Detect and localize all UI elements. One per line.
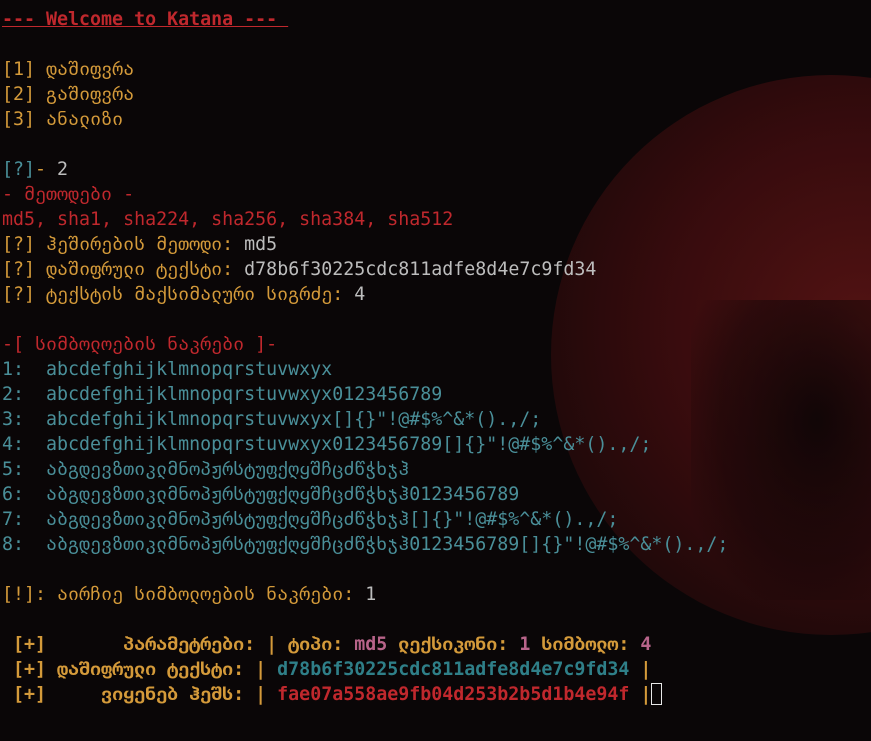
prompt-value: 2 (57, 159, 69, 180)
menu-label: გაშიფვრა (46, 84, 135, 105)
prompt-dash: - (35, 159, 58, 180)
charset-row: 3: abcdefghijklmnopqrstuvwxyx[]{}"!@#$%^… (2, 407, 728, 432)
result-hash: [+] ვიყენებ ჰეშს: | fae07a558ae9fb04d253… (2, 682, 728, 707)
charset-choice: [!]: აირჩიე სიმბოლოების ნაკრები: 1 (2, 582, 728, 607)
result-encrypted-text: [+] დაშიფრული ტექსტი: | d78b6f30225cdc81… (2, 657, 728, 682)
menu-item-encrypt: [1] დაშიფვრა (2, 57, 728, 82)
dictionary-label: ლექსიკონი: (387, 634, 520, 655)
charset-row: 7: აბგდევზთიკლმნოპჟრსტუფქღყშჩცძწჭხჯჰ[]{}… (2, 507, 728, 532)
charset-number: 6: (2, 484, 47, 505)
question-label: ჰეშირების მეთოდი: (46, 234, 245, 255)
menu-label: ანალიზი (46, 109, 124, 130)
result-end-bar: | (629, 684, 652, 705)
menu-label: დაშიფვრა (46, 59, 135, 80)
charset-row: 2: abcdefghijklmnopqrstuvwxyx0123456789 (2, 382, 728, 407)
choice-marker: [!] (2, 584, 36, 605)
charset-number: 3: (2, 409, 47, 430)
methods-header: - მეთოდები - (2, 184, 135, 205)
question-value: d78b6f30225cdc811adfe8d4e7c9fd34 (244, 259, 597, 280)
result-marker: [+] (2, 684, 47, 705)
result-marker: [+] (2, 659, 47, 680)
charset-value: აბგდევზთიკლმნოპჟრსტუფქღყშჩცძწჭხჯჰ[]{}"!@… (46, 509, 619, 530)
charset-value: abcdefghijklmnopqrstuvwxyx0123456789[]{}… (46, 434, 652, 455)
welcome-banner: --- Welcome to Katana --- (2, 7, 728, 32)
choice-value: 1 (365, 584, 377, 605)
charset-number: 1: (2, 359, 47, 380)
question-marker: [?] (2, 234, 36, 255)
menu-prompt: [?]- 2 (2, 157, 728, 182)
question-value: md5 (244, 234, 278, 255)
charset-number: 4: (2, 434, 47, 455)
question-label: ტექსტის მაქსიმალური სიგრძე: (46, 284, 355, 305)
charsets-header: -[ სიმბოლოების ნაკრები ]- (2, 334, 278, 355)
charset-number: 7: (2, 509, 47, 530)
menu-index: [2] (2, 84, 36, 105)
result-params: [+] პარამეტრები: | ტიპი: md5 ლექსიკონი: … (2, 632, 728, 657)
type-label: ტიპი: (288, 634, 355, 655)
menu-index: [1] (2, 59, 36, 80)
charset-number: 8: (2, 534, 47, 555)
question-value: 4 (354, 284, 366, 305)
charset-value: abcdefghijklmnopqrstuvwxyx (46, 359, 333, 380)
menu-index: [3] (2, 109, 36, 130)
charset-number: 5: (2, 459, 47, 480)
question-max-length: [?] ტექსტის მაქსიმალური სიგრძე: 4 (2, 282, 728, 307)
question-marker: [?] (2, 284, 36, 305)
result-label: პარამეტრები: | (46, 634, 289, 655)
question-encrypted-text: [?] დაშიფრული ტექსტი: d78b6f30225cdc811a… (2, 257, 728, 282)
question-marker: [?] (2, 259, 36, 280)
banner-text: --- Welcome to Katana --- (2, 9, 289, 30)
encrypted-value: d78b6f30225cdc811adfe8d4e7c9fd34 (277, 659, 630, 680)
menu-item-analyze: [3] ანალიზი (2, 107, 728, 132)
charset-row: 5: აბგდევზთიკლმნოპჟრსტუფქღყშჩცძწჭხჯჰ (2, 457, 728, 482)
charset-row: 8: აბგდევზთიკლმნოპჟრსტუფქღყშჩცძწჭხჯჰ0123… (2, 532, 728, 557)
charset-value: abcdefghijklmnopqrstuvwxyx[]{}"!@#$%^&*(… (46, 409, 542, 430)
symbol-label: სიმბოლო: (530, 634, 641, 655)
methods-list: md5, sha1, sha224, sha256, sha384, sha51… (2, 209, 454, 230)
charset-row: 1: abcdefghijklmnopqrstuvwxyx (2, 357, 728, 382)
charset-value: აბგდევზთიკლმნოპჟრსტუფქღყშჩცძწჭხჯჰ (46, 459, 410, 480)
charset-value: აბგდევზთიკლმნოპჟრსტუფქღყშჩცძწჭხჯჰ0123456… (46, 484, 520, 505)
type-value: md5 (354, 634, 388, 655)
menu-item-decrypt: [2] გაშიფვრა (2, 82, 728, 107)
charset-row: 6: აბგდევზთიკლმნოპჟრსტუფქღყშჩცძწჭხჯჰ0123… (2, 482, 728, 507)
symbol-value: 4 (640, 634, 652, 655)
dictionary-value: 1 (519, 634, 531, 655)
result-end-bar: | (629, 659, 652, 680)
terminal-cursor[interactable] (651, 683, 663, 705)
terminal-window[interactable]: --- Welcome to Katana --- [1] დაშიფვრა [… (0, 0, 871, 741)
choice-label: : აირჩიე სიმბოლოების ნაკრები: (35, 584, 366, 605)
prompt-marker: [?] (2, 159, 36, 180)
charset-value: abcdefghijklmnopqrstuvwxyx0123456789 (46, 384, 443, 405)
question-label: დაშიფრული ტექსტი: (46, 259, 245, 280)
charset-number: 2: (2, 384, 47, 405)
result-label: დაშიფრული ტექსტი: | (46, 659, 278, 680)
terminal-output: --- Welcome to Katana --- [1] დაშიფვრა [… (2, 7, 728, 707)
charset-row: 4: abcdefghijklmnopqrstuvwxyx0123456789[… (2, 432, 728, 457)
result-marker: [+] (2, 634, 47, 655)
result-label: ვიყენებ ჰეშს: | (46, 684, 278, 705)
hash-value: fae07a558ae9fb04d253b2b5d1b4e94f (277, 684, 630, 705)
question-hash-method: [?] ჰეშირების მეთოდი: md5 (2, 232, 728, 257)
charset-value: აბგდევზთიკლმნოპჟრსტუფქღყშჩცძწჭხჯჰ0123456… (46, 534, 729, 555)
